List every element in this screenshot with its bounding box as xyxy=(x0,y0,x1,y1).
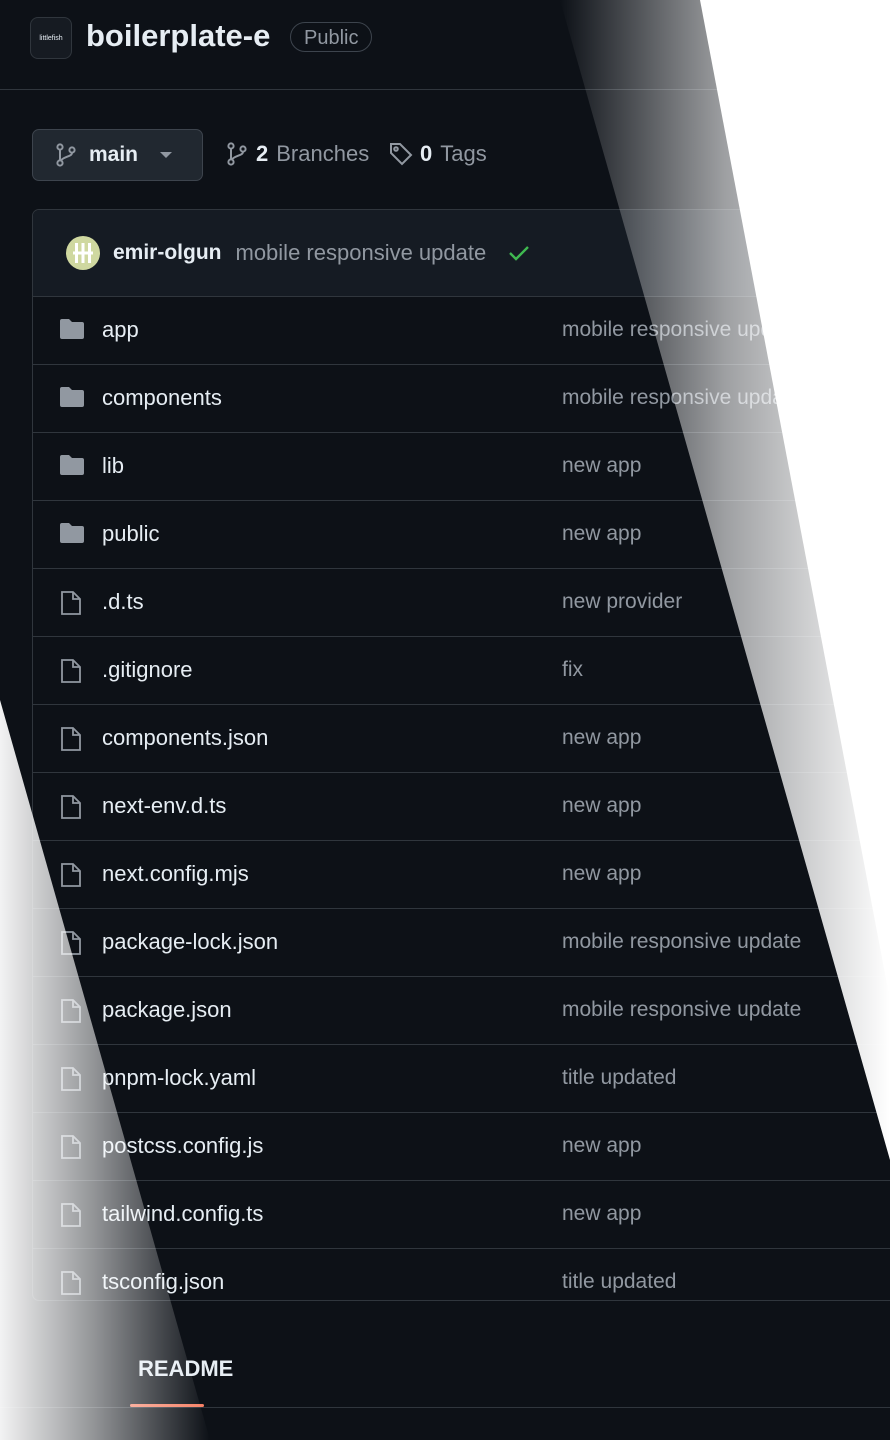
file-browser: emir-olgun mobile responsive update app m… xyxy=(32,209,890,1301)
file-icon xyxy=(59,1066,83,1092)
file-name-link[interactable]: next.config.mjs xyxy=(102,861,249,887)
file-icon xyxy=(59,658,83,684)
file-row[interactable]: components.json new app xyxy=(33,705,890,773)
file-commit-message[interactable]: mobile responsive update xyxy=(562,930,801,954)
file-list: app mobile responsive update components mob… xyxy=(33,297,890,1300)
branches-link[interactable]: 2 Branches xyxy=(226,141,369,167)
file-icon xyxy=(59,590,83,616)
divider xyxy=(0,1407,890,1408)
file-commit-message[interactable]: fix xyxy=(562,658,583,682)
repo-header: littlefish boilerplate-e Public xyxy=(0,0,890,90)
check-icon[interactable] xyxy=(508,244,530,262)
file-name-link[interactable]: components.json xyxy=(102,725,268,751)
file-name-link[interactable]: .d.ts xyxy=(102,589,144,615)
file-name-link[interactable]: next-env.d.ts xyxy=(102,793,226,819)
file-row[interactable]: tailwind.config.ts new app xyxy=(33,1181,890,1249)
file-row[interactable]: postcss.config.js new app xyxy=(33,1113,890,1181)
file-icon xyxy=(59,794,83,820)
file-commit-message[interactable]: title updated xyxy=(562,1270,676,1294)
tags-label: Tags xyxy=(440,141,487,166)
file-commit-message[interactable]: new app xyxy=(562,726,641,750)
folder-icon xyxy=(59,318,85,340)
branch-selector-button[interactable]: main xyxy=(32,129,203,181)
file-name-link[interactable]: app xyxy=(102,317,139,343)
owner-avatar-text: littlefish xyxy=(39,34,63,42)
tag-icon xyxy=(388,141,414,167)
git-branch-icon xyxy=(55,143,77,167)
file-row[interactable]: pnpm-lock.yaml title updated xyxy=(33,1045,890,1113)
file-icon xyxy=(59,998,83,1024)
file-icon xyxy=(59,1202,83,1228)
file-row[interactable]: lib new app xyxy=(33,433,890,501)
file-name-link[interactable]: postcss.config.js xyxy=(102,1133,263,1159)
commit-author[interactable]: emir-olgun xyxy=(113,241,222,265)
readme-tab[interactable]: README xyxy=(138,1356,233,1382)
file-row[interactable]: tsconfig.json title updated xyxy=(33,1249,890,1300)
tags-count: 0 xyxy=(420,141,433,166)
file-icon xyxy=(59,862,83,888)
folder-icon xyxy=(59,454,85,476)
file-name-link[interactable]: package.json xyxy=(102,997,232,1023)
file-commit-message[interactable]: title updated xyxy=(562,1066,676,1090)
file-row[interactable]: package-lock.json mobile responsive updat… xyxy=(33,909,890,977)
file-name-link[interactable]: pnpm-lock.yaml xyxy=(102,1065,256,1091)
file-name-link[interactable]: .gitignore xyxy=(102,657,193,683)
commit-message[interactable]: mobile responsive update xyxy=(236,240,487,266)
branches-label: Branches xyxy=(276,141,370,166)
file-row[interactable]: next-env.d.ts new app xyxy=(33,773,890,841)
tags-link[interactable]: 0 Tags xyxy=(388,141,487,167)
file-icon xyxy=(59,1270,83,1296)
file-name-link[interactable]: tailwind.config.ts xyxy=(102,1201,263,1227)
file-commit-message[interactable]: mobile responsive update xyxy=(562,386,801,410)
file-commit-message[interactable]: new app xyxy=(562,454,641,478)
file-commit-message[interactable]: mobile responsive update xyxy=(562,318,801,342)
branch-name: main xyxy=(89,143,139,166)
file-row[interactable]: .d.ts new provider xyxy=(33,569,890,637)
file-name-link[interactable]: tsconfig.json xyxy=(102,1269,224,1295)
file-row[interactable]: next.config.mjs new app xyxy=(33,841,890,909)
file-icon xyxy=(59,930,83,956)
file-row[interactable]: app mobile responsive update xyxy=(33,297,890,365)
file-row[interactable]: package.json mobile responsive update xyxy=(33,977,890,1045)
latest-commit-bar: emir-olgun mobile responsive update xyxy=(33,210,890,297)
file-commit-message[interactable]: new app xyxy=(562,862,641,886)
file-row[interactable]: .gitignore fix xyxy=(33,637,890,705)
file-commit-message[interactable]: new app xyxy=(562,522,641,546)
folder-icon xyxy=(59,386,85,408)
file-row[interactable]: components mobile responsive update xyxy=(33,365,890,433)
commit-author-avatar[interactable] xyxy=(66,236,100,270)
git-branch-icon xyxy=(226,142,248,166)
file-commit-message[interactable]: new provider xyxy=(562,590,682,614)
file-icon xyxy=(59,1134,83,1160)
file-commit-message[interactable]: new app xyxy=(562,794,641,818)
file-name-link[interactable]: package-lock.json xyxy=(102,929,278,955)
file-commit-message[interactable]: new app xyxy=(562,1202,641,1226)
file-name-link[interactable]: public xyxy=(102,521,159,547)
file-name-link[interactable]: components xyxy=(102,385,222,411)
repo-name[interactable]: boilerplate-e xyxy=(86,18,270,54)
visibility-badge: Public xyxy=(290,22,373,52)
file-name-link[interactable]: lib xyxy=(102,453,124,479)
chevron-down-icon xyxy=(158,150,174,160)
file-commit-message[interactable]: mobile responsive update xyxy=(562,998,801,1022)
file-row[interactable]: public new app xyxy=(33,501,890,569)
owner-avatar[interactable]: littlefish xyxy=(30,17,72,59)
folder-icon xyxy=(59,522,85,544)
file-commit-message[interactable]: new app xyxy=(562,1134,641,1158)
branches-count: 2 xyxy=(256,141,269,166)
file-icon xyxy=(59,726,83,752)
